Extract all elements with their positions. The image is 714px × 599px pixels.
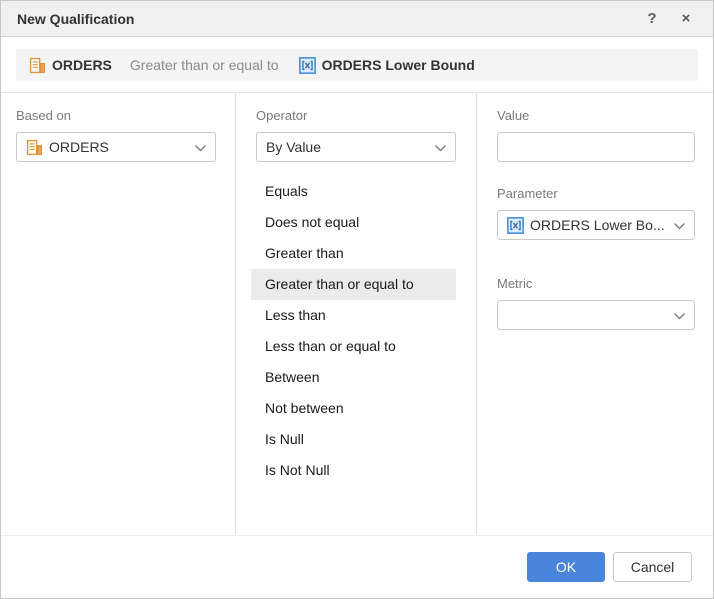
dialog-titlebar: New Qualification ? × (1, 1, 713, 37)
dialog-body: Based on ORDERS Operat (1, 93, 713, 535)
operator-item-less-than-or-equal-to[interactable]: Less than or equal to (251, 331, 456, 362)
operator-list: Equals Does not equal Greater than Great… (251, 176, 456, 486)
metric-dropdown[interactable] (497, 300, 695, 330)
summary-parameter-name: ORDERS Lower Bound (322, 57, 475, 73)
operator-mode-selected-value: By Value (266, 139, 321, 155)
value-input-wrapper (497, 132, 695, 162)
value-label: Value (497, 108, 695, 123)
dialog-footer: OK Cancel (1, 535, 713, 598)
operator-item-between[interactable]: Between (251, 362, 456, 393)
operator-item-greater-than-or-equal-to[interactable]: Greater than or equal to (251, 269, 456, 300)
summary-object-name: ORDERS (52, 57, 112, 73)
operator-item-less-than[interactable]: Less than (251, 300, 456, 331)
parameter-icon (299, 57, 316, 74)
chevron-down-icon (674, 217, 685, 233)
close-icon[interactable]: × (675, 1, 697, 37)
operator-item-equals[interactable]: Equals (251, 176, 456, 207)
based-on-label: Based on (16, 108, 220, 123)
operator-item-is-not-null[interactable]: Is Not Null (251, 455, 456, 486)
help-icon[interactable]: ? (641, 1, 663, 37)
operator-column: Operator By Value Equals Does not equal … (236, 93, 477, 535)
ok-button[interactable]: OK (527, 552, 605, 582)
operator-label: Operator (256, 108, 476, 123)
chevron-down-icon (435, 139, 446, 155)
operator-item-does-not-equal[interactable]: Does not equal (251, 207, 456, 238)
based-on-column: Based on ORDERS (1, 93, 236, 535)
new-qualification-dialog: New Qualification ? × ORDERS Greater tha… (0, 0, 714, 599)
chevron-down-icon (674, 307, 685, 323)
summary-strip-container: ORDERS Greater than or equal to ORDERS L… (1, 37, 713, 93)
cancel-button[interactable]: Cancel (613, 552, 692, 582)
value-column: Value Parameter ORDER (477, 93, 714, 535)
operator-item-not-between[interactable]: Not between (251, 393, 456, 424)
operator-item-is-null[interactable]: Is Null (251, 424, 456, 455)
metric-icon (26, 139, 43, 156)
qualification-summary-bar: ORDERS Greater than or equal to ORDERS L… (16, 49, 698, 81)
dialog-title: New Qualification (17, 11, 134, 27)
operator-item-greater-than[interactable]: Greater than (251, 238, 456, 269)
summary-operator-text: Greater than or equal to (130, 57, 279, 73)
metric-label: Metric (497, 276, 695, 291)
based-on-dropdown[interactable]: ORDERS (16, 132, 216, 162)
parameter-icon (507, 217, 524, 234)
parameter-label: Parameter (497, 186, 695, 201)
parameter-selected-value: ORDERS Lower Bo... (530, 217, 665, 233)
based-on-selected-value: ORDERS (49, 139, 109, 155)
operator-mode-dropdown[interactable]: By Value (256, 132, 456, 162)
metric-icon (29, 57, 46, 74)
chevron-down-icon (195, 139, 206, 155)
parameter-dropdown[interactable]: ORDERS Lower Bo... (497, 210, 695, 240)
value-input[interactable] (507, 139, 685, 155)
